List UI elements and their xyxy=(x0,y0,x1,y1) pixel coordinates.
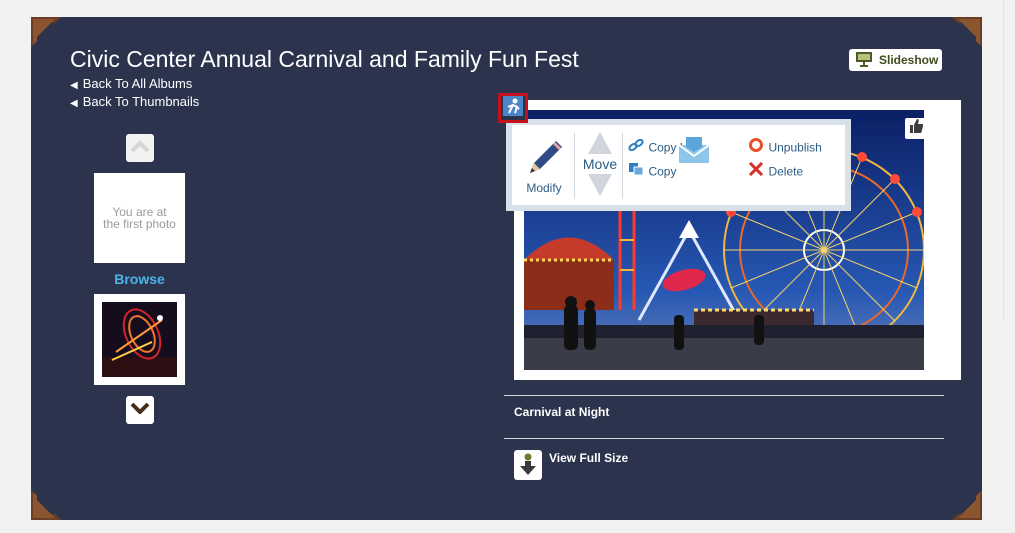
view-full-size-label: View Full Size xyxy=(549,451,629,465)
left-triangle-icon: ◀ xyxy=(70,80,78,91)
delete-button[interactable]: Delete xyxy=(748,161,804,181)
link-icon xyxy=(628,138,644,157)
corner-ornament-top-right xyxy=(950,17,982,49)
photo-edit-menu: Modify Move Copy Link Copy Unpublish Del… xyxy=(506,119,851,211)
move-button[interactable]: Move xyxy=(578,130,622,198)
scroll-divider xyxy=(1003,0,1004,320)
pencil-icon xyxy=(524,135,564,179)
arrow-down-icon xyxy=(578,172,622,198)
corner-ornament-bottom-left xyxy=(31,488,63,520)
back-to-thumbnails-link[interactable]: ◀ Back To Thumbnails xyxy=(70,94,199,109)
next-photo-button[interactable] xyxy=(126,396,154,424)
browse-link[interactable]: Browse xyxy=(94,271,185,287)
delete-label: Delete xyxy=(768,164,804,179)
unpublish-icon xyxy=(748,138,764,157)
album-panel: Civic Center Annual Carnival and Family … xyxy=(31,17,982,520)
arrow-up-icon xyxy=(578,130,622,156)
menu-separator xyxy=(574,133,575,199)
edit-photo-toggle[interactable] xyxy=(498,93,528,123)
chevron-up-icon xyxy=(130,139,150,157)
previous-photo-button[interactable] xyxy=(126,134,154,162)
move-label: Move xyxy=(582,156,618,172)
caption-divider-top xyxy=(504,395,944,396)
back-to-albums-label: Back To All Albums xyxy=(82,76,193,91)
corner-ornament-top-left xyxy=(31,17,63,49)
first-photo-text: You are at the first photo xyxy=(103,205,176,231)
download-icon xyxy=(514,450,542,480)
unpublish-button[interactable]: Unpublish xyxy=(748,138,822,157)
modify-button[interactable]: Modify xyxy=(524,135,564,197)
slideshow-button[interactable]: Slideshow xyxy=(849,49,942,71)
projector-icon xyxy=(855,51,873,70)
left-triangle-icon: ◀ xyxy=(70,98,78,109)
copy-icon xyxy=(628,162,644,181)
album-title: Civic Center Annual Carnival and Family … xyxy=(70,46,579,72)
thumbnail-image xyxy=(102,302,177,377)
thumbs-up-icon xyxy=(908,118,924,139)
first-photo-notice: You are at the first photo xyxy=(94,173,185,263)
next-photo-thumbnail[interactable] xyxy=(94,294,185,385)
photo-caption: Carnival at Night xyxy=(514,405,610,419)
back-to-albums-link[interactable]: ◀ Back To All Albums xyxy=(70,76,192,91)
caption-divider-bottom xyxy=(504,438,944,439)
back-to-thumbnails-label: Back To Thumbnails xyxy=(82,94,200,109)
email-icon xyxy=(678,135,710,170)
view-full-size-link[interactable]: View Full Size xyxy=(514,450,628,480)
like-button[interactable] xyxy=(905,118,926,139)
menu-separator xyxy=(622,133,623,199)
edit-person-icon xyxy=(503,95,523,121)
delete-x-icon xyxy=(748,161,764,181)
photo-edit-menu-body: Modify Move Copy Link Copy Unpublish Del… xyxy=(512,125,845,205)
modify-label: Modify xyxy=(526,181,562,195)
slideshow-label: Slideshow xyxy=(879,53,939,67)
corner-ornament-bottom-right xyxy=(950,488,982,520)
copy-label: Copy xyxy=(648,164,677,179)
copy-button[interactable]: Copy xyxy=(628,162,676,181)
chevron-down-icon xyxy=(130,401,150,419)
unpublish-label: Unpublish xyxy=(768,140,822,155)
